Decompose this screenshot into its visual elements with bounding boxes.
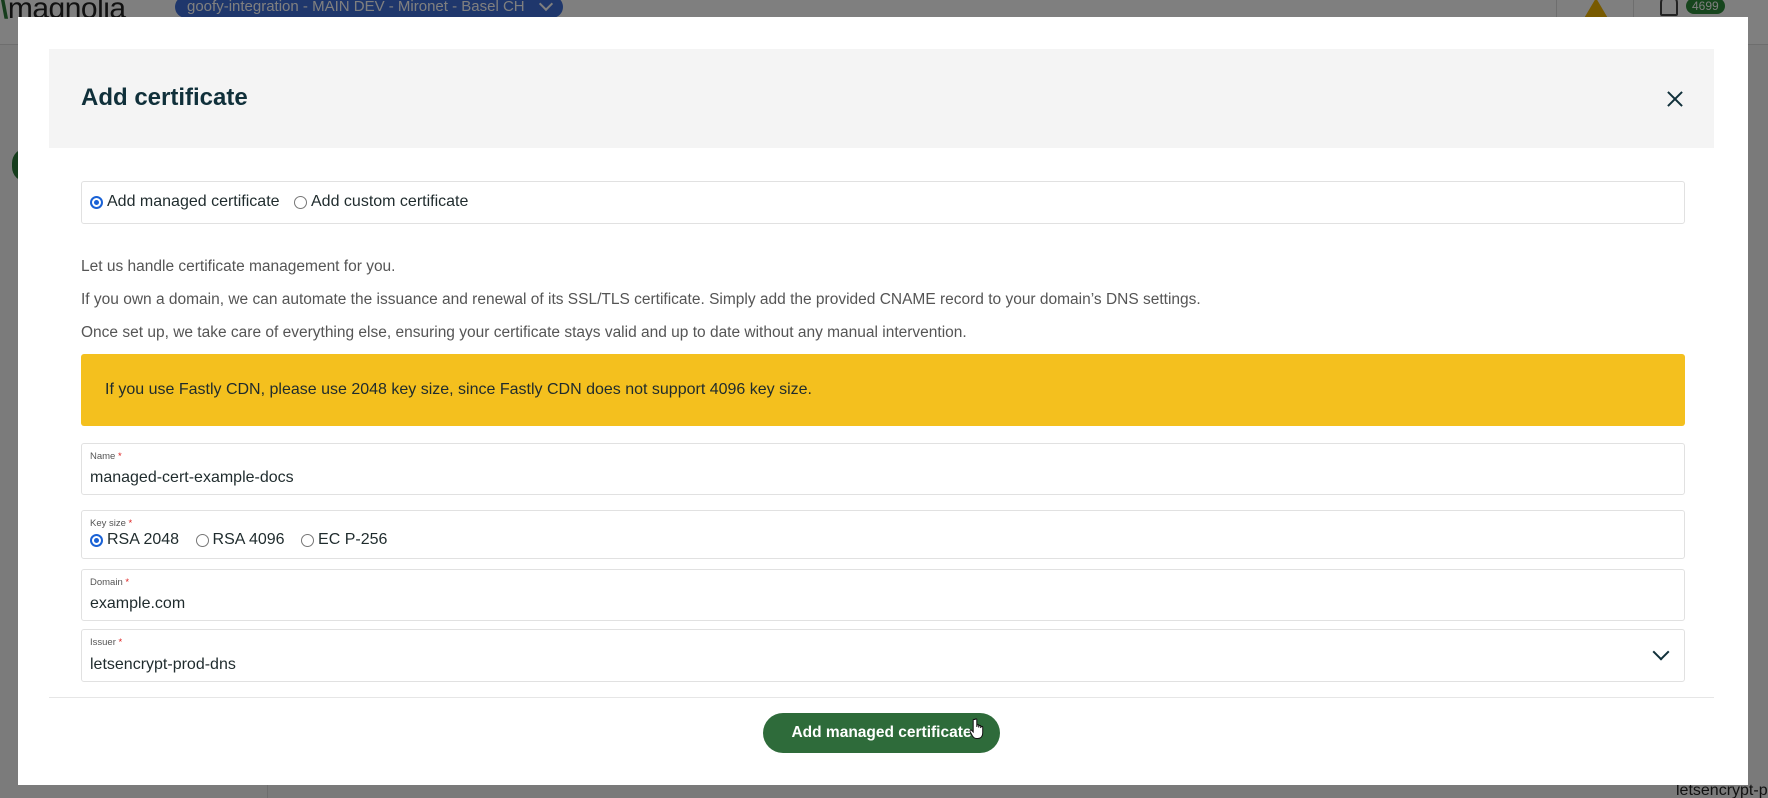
- name-field[interactable]: Name * managed-cert-example-docs: [81, 443, 1685, 495]
- dialog-header: Add certificate: [49, 49, 1714, 148]
- description-line: Once set up, we take care of everything …: [81, 324, 967, 341]
- warning-text: If you use Fastly CDN, please use 2048 k…: [105, 381, 812, 398]
- radio-rsa-4096[interactable]: RSA 4096: [195, 531, 285, 549]
- name-input-value[interactable]: managed-cert-example-docs: [90, 469, 294, 487]
- radio-ec-p256[interactable]: EC P-256: [301, 531, 387, 549]
- issuer-label: Issuer *: [90, 637, 123, 648]
- description-line: Let us handle certificate management for…: [81, 258, 396, 275]
- radio-unselected-icon[interactable]: [195, 533, 209, 547]
- chevron-down-icon[interactable]: [1652, 643, 1670, 661]
- certificate-type-group: Add managed certificate Add custom certi…: [81, 181, 1685, 224]
- radio-unselected-icon[interactable]: [294, 195, 307, 209]
- radio-rsa-2048[interactable]: RSA 2048: [90, 531, 179, 549]
- radio-selected-icon[interactable]: [90, 195, 103, 209]
- issuer-selected-value[interactable]: letsencrypt-prod-dns: [90, 656, 236, 674]
- domain-field[interactable]: Domain * example.com: [81, 569, 1685, 621]
- add-managed-certificate-button[interactable]: Add managed certificate: [763, 713, 1000, 753]
- key-size-label: Key size *: [90, 518, 133, 529]
- issuer-select[interactable]: Issuer * letsencrypt-prod-dns: [81, 629, 1685, 682]
- radio-unselected-icon[interactable]: [301, 533, 315, 547]
- radio-managed-certificate[interactable]: Add managed certificate: [90, 193, 280, 211]
- domain-label: Domain *: [90, 577, 130, 588]
- dialog-title: Add certificate: [81, 84, 248, 111]
- close-icon[interactable]: [1663, 87, 1687, 111]
- hand-pointer-icon: [969, 718, 984, 739]
- domain-input-value[interactable]: example.com: [90, 595, 185, 613]
- description-line: If you own a domain, we can automate the…: [81, 291, 1201, 308]
- radio-selected-icon[interactable]: [90, 533, 103, 547]
- fastly-warning-banner: If you use Fastly CDN, please use 2048 k…: [81, 354, 1685, 426]
- add-certificate-dialog: Add certificate Add managed certificate …: [18, 17, 1748, 785]
- radio-custom-certificate[interactable]: Add custom certificate: [294, 193, 468, 211]
- footer-divider: [49, 697, 1714, 698]
- name-label: Name *: [90, 451, 122, 462]
- key-size-field: Key size * RSA 2048 RSA 4096 EC P-256: [81, 510, 1685, 559]
